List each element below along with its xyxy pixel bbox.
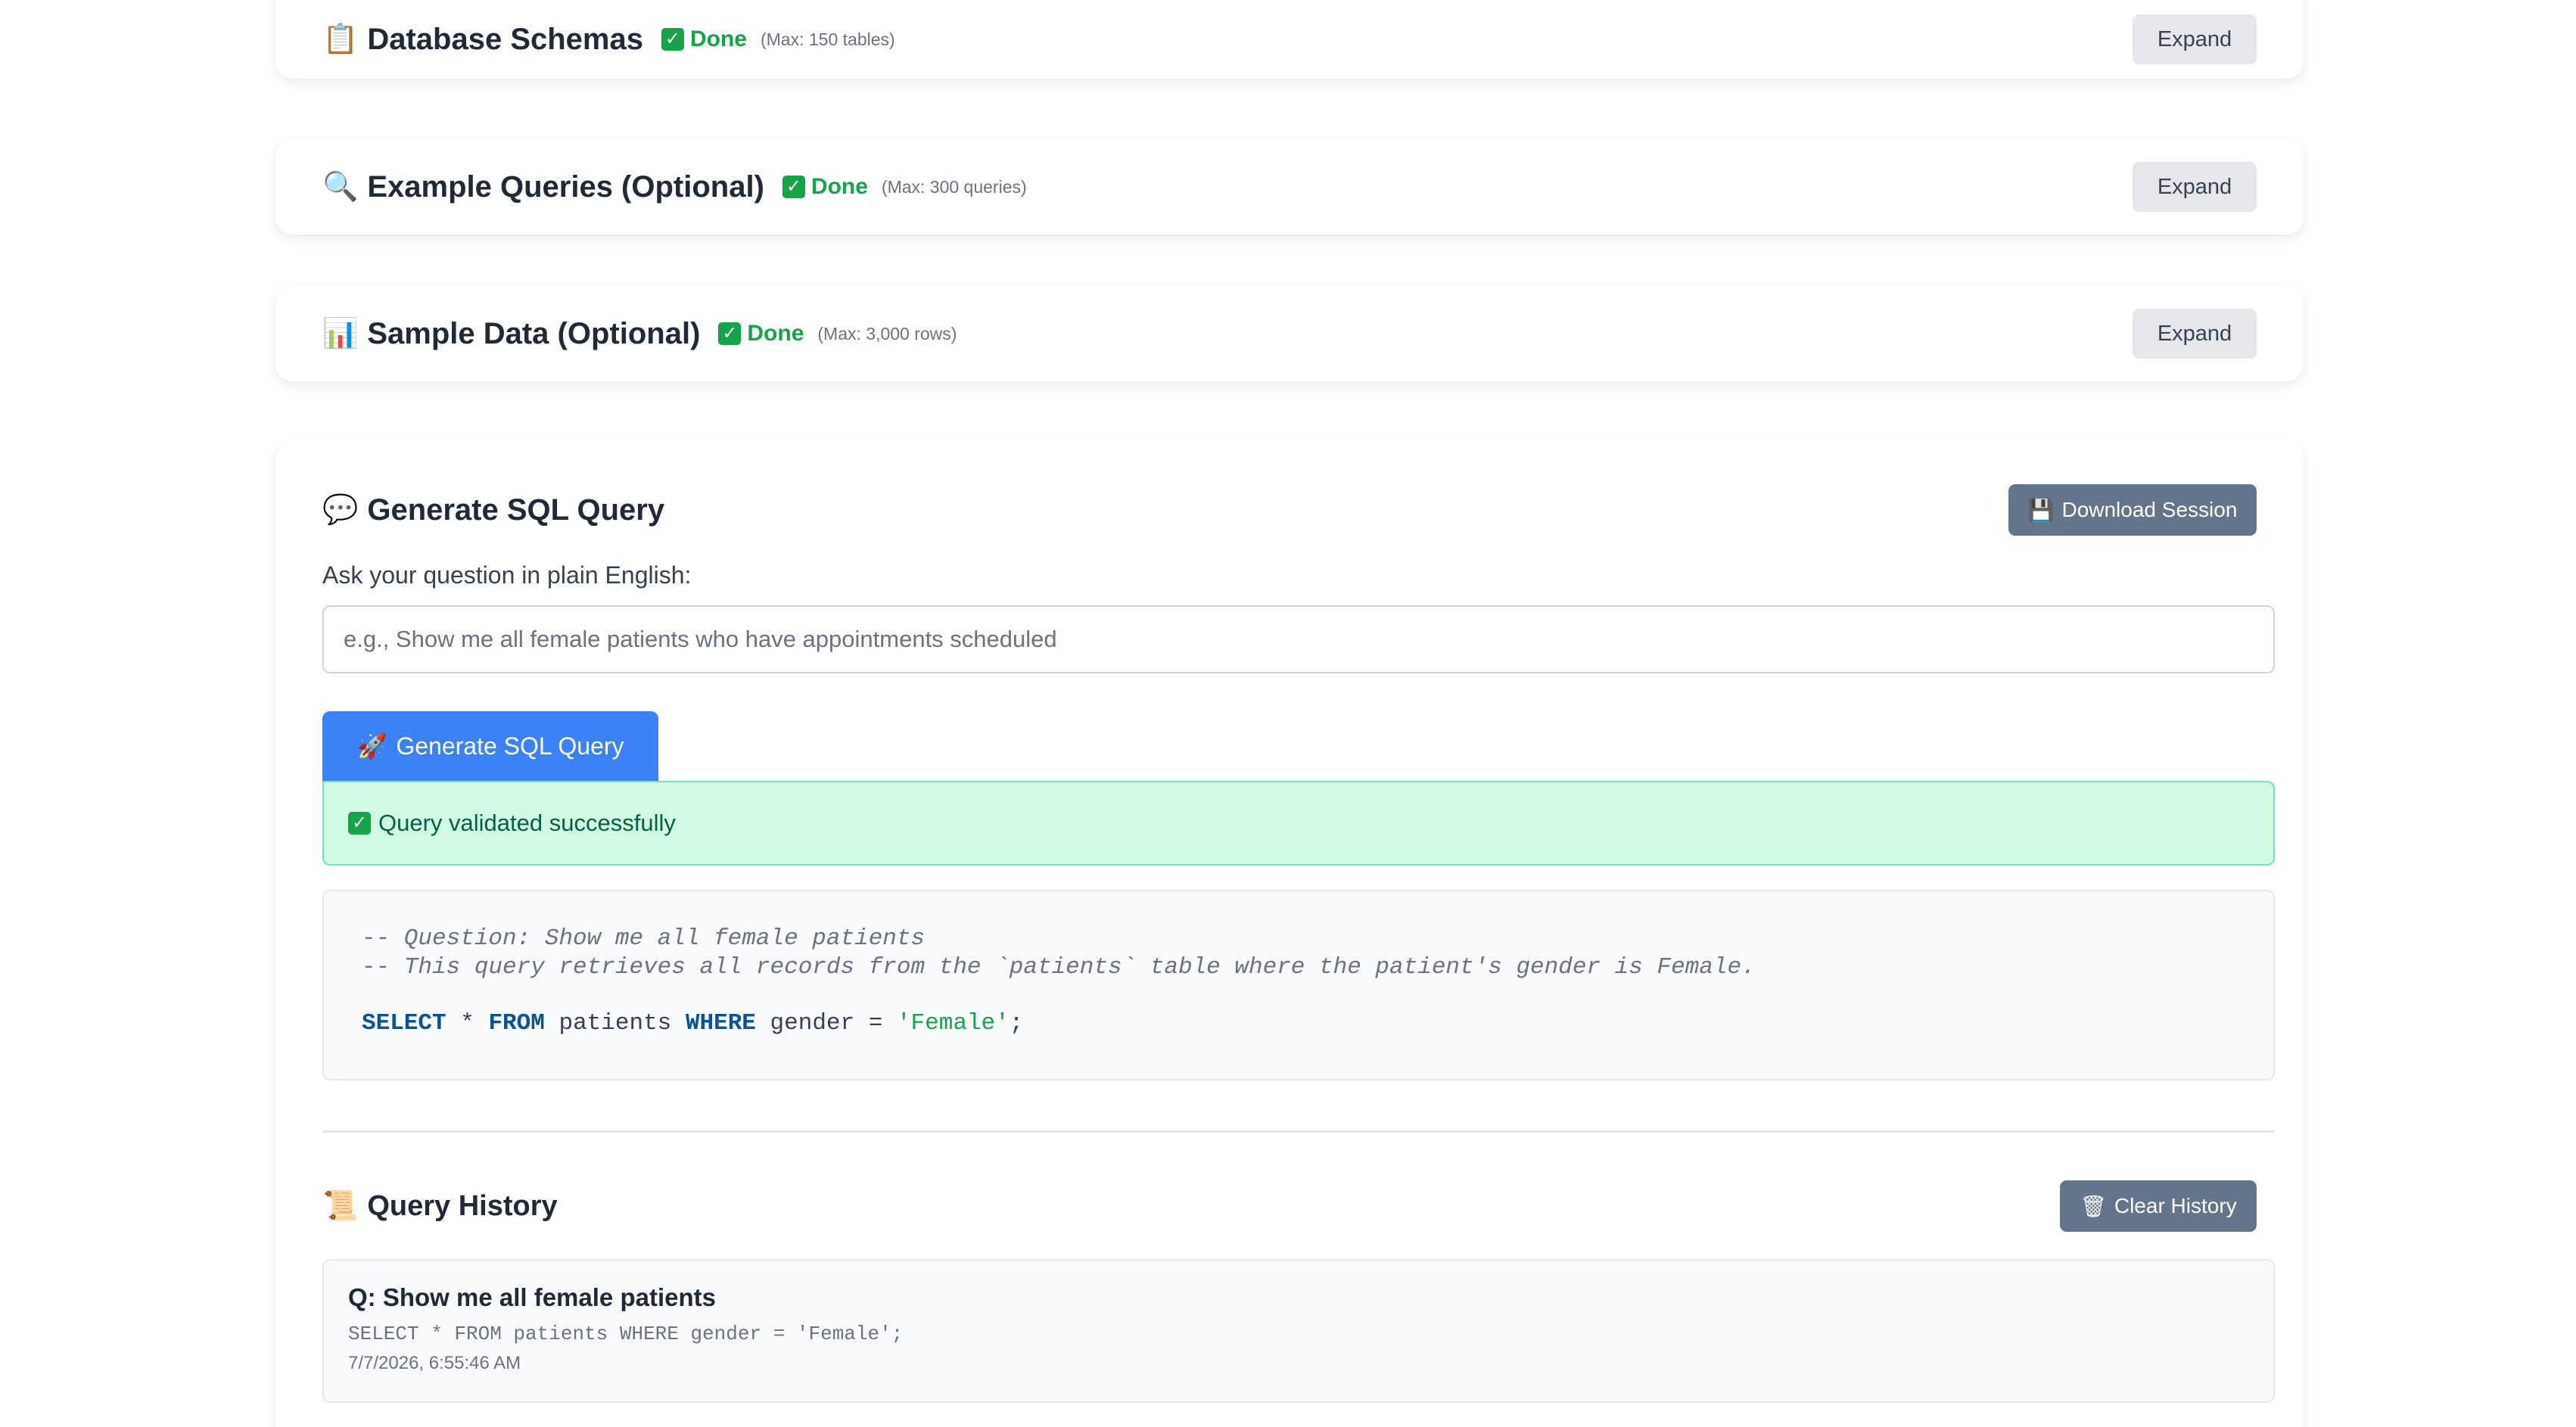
scroll-icon: 📜 bbox=[322, 1190, 359, 1222]
success-message: Query validated successfully bbox=[378, 810, 676, 836]
status-badge: ✓ Done bbox=[718, 321, 804, 347]
sql-token: patients bbox=[544, 1010, 686, 1037]
checkmark-icon: ✓ bbox=[661, 28, 684, 51]
expand-button[interactable]: Expand bbox=[2133, 162, 2257, 212]
generate-header: 💬 Generate SQL Query 💾 Download Session bbox=[322, 483, 2257, 537]
status-badge: ✓ Done bbox=[782, 174, 868, 200]
status-text: Done bbox=[747, 321, 804, 346]
sql-token: gender = bbox=[755, 1010, 897, 1037]
clear-history-button[interactable]: 🗑 Clear History bbox=[2060, 1180, 2257, 1232]
sql-keyword: WHERE bbox=[685, 1010, 756, 1037]
sql-keyword: SELECT bbox=[362, 1010, 446, 1037]
trash-icon: 🗑 bbox=[2080, 1194, 2107, 1218]
speech-bubble-icon: 💬 bbox=[322, 494, 359, 526]
status-badge: ✓ Done bbox=[661, 26, 747, 52]
clear-history-label: Clear History bbox=[2114, 1194, 2237, 1217]
clipboard-icon: 📋 bbox=[322, 23, 359, 55]
sql-statement: SELECT * FROM patients WHERE gender = 'F… bbox=[362, 1009, 2235, 1038]
magnifier-icon: 🔍 bbox=[322, 171, 359, 203]
section-title: Sample Data (Optional) bbox=[367, 316, 701, 350]
question-input[interactable] bbox=[322, 605, 2275, 673]
max-note: (Max: 3,000 rows) bbox=[817, 323, 957, 344]
status-text: Done bbox=[810, 174, 868, 199]
sql-string: 'Female' bbox=[896, 1010, 1010, 1037]
rocket-icon: 🚀 bbox=[356, 732, 387, 760]
expand-button[interactable]: Expand bbox=[2133, 309, 2257, 359]
download-label: Download Session bbox=[2061, 498, 2238, 521]
history-title: Query History bbox=[367, 1189, 558, 1222]
sql-code-block: -- Question: Show me all female patients… bbox=[322, 890, 2275, 1080]
generate-title: Generate SQL Query bbox=[367, 493, 665, 527]
generate-sql-card: 💬 Generate SQL Query 💾 Download Session … bbox=[275, 440, 2304, 1427]
history-sql: SELECT * FROM patients WHERE gender = 'F… bbox=[348, 1323, 904, 1345]
code-comment: -- This query retrieves all records from… bbox=[362, 954, 1756, 981]
code-comment: -- Question: Show me all female patients bbox=[362, 925, 926, 952]
schemas-card: 📋 Database Schemas ✓ Done (Max: 150 tabl… bbox=[275, 0, 2304, 79]
history-timestamp: 7/7/2026, 6:55:46 AM bbox=[348, 1353, 521, 1373]
expand-button[interactable]: Expand bbox=[2133, 14, 2257, 64]
checkmark-icon: ✓ bbox=[348, 812, 371, 835]
max-note: (Max: 150 tables) bbox=[760, 29, 895, 49]
bar-chart-icon: 📊 bbox=[322, 318, 359, 350]
sql-keyword: FROM bbox=[488, 1010, 545, 1037]
download-session-button[interactable]: 💾 Download Session bbox=[2008, 484, 2257, 536]
history-header: 📜 Query History 🗑 Clear History bbox=[322, 1179, 2257, 1233]
max-note: (Max: 300 queries) bbox=[881, 176, 1027, 197]
sql-token: ; bbox=[1009, 1010, 1024, 1037]
generate-button-label: Generate SQL Query bbox=[396, 732, 624, 760]
section-divider bbox=[322, 1130, 2275, 1133]
generate-sql-button[interactable]: 🚀 Generate SQL Query bbox=[322, 711, 658, 781]
history-question: Q: Show me all female patients bbox=[348, 1283, 716, 1311]
validation-success-alert: ✓ Query validated successfully bbox=[322, 781, 2275, 866]
section-title: Example Queries (Optional) bbox=[367, 169, 764, 204]
example-queries-card: 🔍 Example Queries (Optional) ✓ Done (Max… bbox=[275, 139, 2304, 235]
checkmark-icon: ✓ bbox=[782, 176, 805, 198]
checkmark-icon: ✓ bbox=[718, 322, 742, 345]
question-label: Ask your question in plain English: bbox=[322, 561, 692, 589]
sql-token: * bbox=[446, 1010, 489, 1037]
section-title: Database Schemas bbox=[367, 22, 643, 56]
sample-data-card: 📊 Sample Data (Optional) ✓ Done (Max: 3,… bbox=[275, 286, 2304, 381]
history-item[interactable]: Q: Show me all female patients SELECT * … bbox=[322, 1259, 2275, 1403]
status-text: Done bbox=[689, 26, 747, 51]
floppy-disk-icon: 💾 bbox=[2027, 498, 2055, 522]
